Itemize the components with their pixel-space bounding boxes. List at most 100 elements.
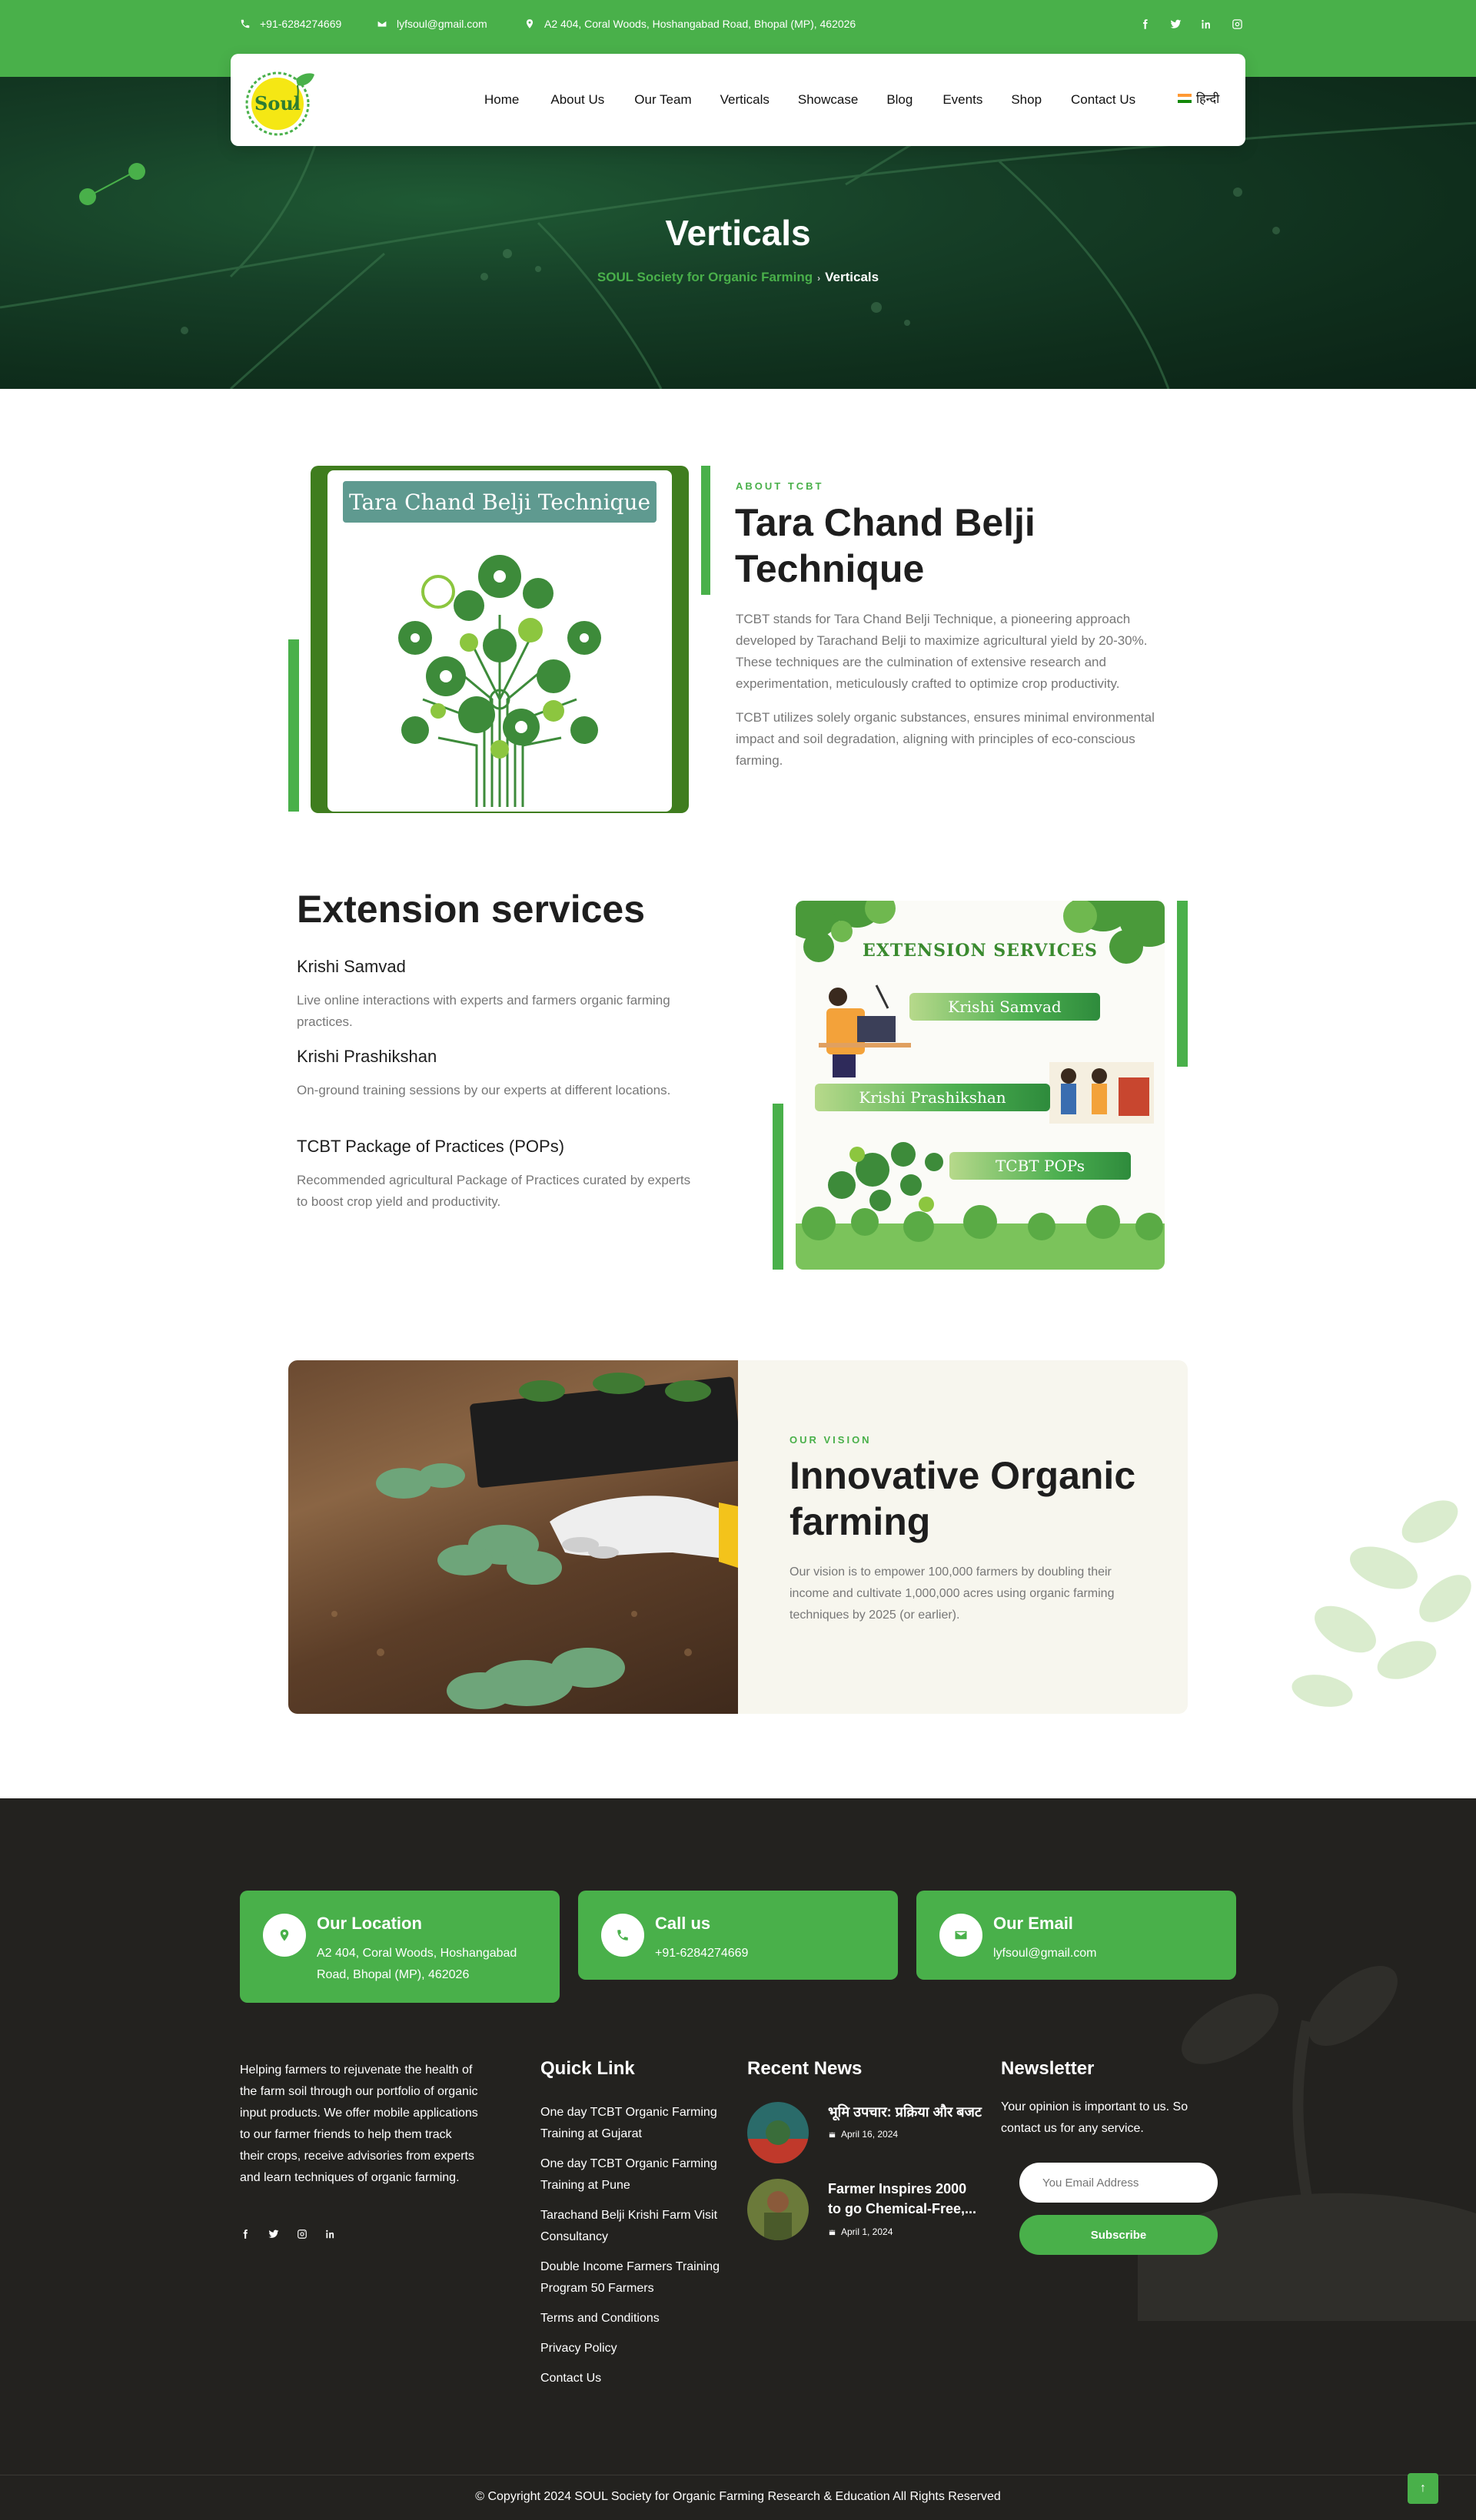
email-card-value: lyfsoul@gmail.com — [993, 1947, 1097, 1960]
about-title: Tara Chand Belji Technique — [735, 501, 1036, 590]
decor-bar — [773, 1104, 783, 1270]
twitter-icon[interactable] — [1168, 17, 1182, 31]
decor-bar — [288, 639, 299, 812]
copyright-text: © Copyright 2024 SOUL Society for Organi… — [475, 2490, 1001, 2503]
vision-eyebrow: OUR VISION — [790, 1434, 872, 1446]
nav-events[interactable]: Events — [942, 92, 982, 108]
instagram-icon[interactable] — [1230, 17, 1244, 31]
logo-text: Soul — [254, 92, 301, 115]
service-description: On-ground training sessions by our exper… — [297, 1083, 671, 1097]
email-icon — [377, 20, 387, 28]
email-card-title: Our Email — [993, 1914, 1073, 1933]
india-flag-icon — [1178, 94, 1192, 103]
nav-home[interactable]: Home — [484, 92, 519, 108]
facebook-icon[interactable] — [240, 2229, 251, 2239]
nav-verticals[interactable]: Verticals — [720, 92, 770, 108]
facebook-icon[interactable] — [1138, 17, 1152, 31]
nav-our-team[interactable]: Our Team — [634, 92, 691, 108]
decor-bar — [1177, 901, 1188, 1067]
quick-link[interactable]: Tarachand Belji Krishi Farm Visit Consul… — [540, 2205, 733, 2248]
news-date-text: April 16, 2024 — [841, 2129, 899, 2140]
quick-link[interactable]: Contact Us — [540, 2368, 733, 2389]
krishi-prashikshan-pill: Krishi Prashikshan — [815, 1084, 1050, 1111]
tcbt-image: Tara Chand Belji Technique — [327, 470, 672, 812]
language-switch[interactable]: हिन्दी — [1178, 90, 1219, 107]
topbar-address-text: A2 404, Coral Woods, Hoshangabad Road, B… — [544, 18, 856, 30]
news-date-text: April 1, 2024 — [841, 2226, 893, 2237]
location-card-title: Our Location — [317, 1914, 422, 1933]
nav-shop[interactable]: Shop — [1011, 92, 1042, 108]
decor-line — [87, 171, 135, 198]
news-date: April 16, 2024 — [828, 2129, 898, 2140]
service-description: Recommended agricultural Package of Prac… — [297, 1173, 691, 1209]
footer-social — [240, 2229, 336, 2239]
topbar-phone-text: +91-6284274669 — [260, 18, 342, 30]
nav-about-us[interactable]: About Us — [550, 92, 604, 108]
topbar-email[interactable]: lyfsoul@gmail.com — [377, 18, 487, 30]
quick-link-heading: Quick Link — [540, 2058, 635, 2079]
news-date: April 1, 2024 — [828, 2226, 893, 2237]
page-title: Verticals — [665, 213, 811, 253]
decor-bar — [701, 466, 710, 595]
extension-title: Extension services — [297, 888, 646, 931]
location-card-value: A2 404, Coral Woods, Hoshangabad Road, B… — [317, 1947, 517, 1981]
service-description: Live online interactions with experts an… — [297, 993, 670, 1029]
breadcrumb-home-link[interactable]: SOUL Society for Organic Farming — [597, 270, 813, 284]
breadcrumb: SOUL Society for Organic Farming › Vertica… — [0, 270, 1476, 285]
nav-blog[interactable]: Blog — [886, 92, 913, 108]
quick-link[interactable]: Terms and Conditions — [540, 2308, 733, 2329]
call-card[interactable]: Call us +91-6284274669 — [578, 1891, 898, 1980]
location-icon — [263, 1914, 306, 1957]
leaf-decoration — [1292, 1500, 1471, 1707]
site-header: Soul Home About Us Our Team Verticals Sh… — [231, 54, 1245, 146]
breadcrumb-separator-icon: › — [817, 273, 821, 284]
nav-contact-us[interactable]: Contact Us — [1071, 92, 1135, 108]
linkedin-icon[interactable] — [325, 2229, 336, 2239]
tree-infographic-icon — [398, 555, 601, 807]
linkedin-icon[interactable] — [1199, 17, 1213, 31]
location-card: Our Location A2 404, Coral Woods, Hoshan… — [240, 1891, 560, 2003]
krishi-samvad-pill: Krishi Samvad — [909, 993, 1100, 1021]
quick-link[interactable]: One day TCBT Organic Farming Training at… — [540, 2102, 733, 2145]
twitter-icon[interactable] — [268, 2229, 279, 2239]
vision-card: OUR VISION Innovative Organic farming Ou… — [288, 1360, 1188, 1714]
back-to-top-button[interactable]: ↑ — [1408, 2473, 1438, 2504]
news-thumbnail[interactable] — [747, 2102, 809, 2163]
call-card-title: Call us — [655, 1914, 711, 1933]
extension-services-image: EXTENSION SERVICES Krishi Samvad Krishi … — [796, 901, 1165, 1270]
subscribe-button[interactable]: Subscribe — [1019, 2215, 1218, 2255]
about-paragraph-1: TCBT stands for Tara Chand Belji Techniq… — [736, 612, 1148, 691]
phone-icon — [241, 19, 250, 28]
newsletter-email-input[interactable] — [1019, 2163, 1218, 2203]
breadcrumb-current: Verticals — [825, 270, 879, 284]
calendar-icon — [828, 2130, 836, 2138]
quick-link[interactable]: One day TCBT Organic Farming Training at… — [540, 2153, 733, 2196]
vision-title: Innovative Organic farming — [790, 1454, 1136, 1543]
instagram-icon[interactable] — [297, 2229, 308, 2239]
topbar-address: A2 404, Coral Woods, Hoshangabad Road, B… — [524, 18, 856, 30]
newsletter-heading: Newsletter — [1001, 2058, 1095, 2079]
tcbt-pops-pill: TCBT POPs — [949, 1152, 1131, 1180]
location-icon — [526, 19, 534, 28]
newsletter-text: Your opinion is important to us. So cont… — [1001, 2100, 1188, 2135]
vision-text: Our vision is to empower 100,000 farmers… — [790, 1565, 1115, 1622]
news-thumbnail[interactable] — [747, 2179, 809, 2240]
seedling-planting-photo — [288, 1360, 738, 1714]
topbar-social — [1138, 17, 1244, 31]
quick-link[interactable]: Double Income Farmers Training Program 5… — [540, 2256, 733, 2299]
service-title: TCBT Package of Practices (POPs) — [297, 1137, 565, 1156]
language-label: हिन्दी — [1196, 93, 1220, 106]
recent-news-heading: Recent News — [747, 2058, 863, 2079]
email-card[interactable]: Our Email lyfsoul@gmail.com — [916, 1891, 1236, 1980]
news-title[interactable]: भूमि उपचार: प्रक्रिया और बजट — [828, 2102, 982, 2122]
main-nav: Home About Us Our Team Verticals Showcas… — [484, 92, 1135, 108]
extension-image-heading: EXTENSION SERVICES — [863, 941, 1098, 961]
tcbt-image-caption: Tara Chand Belji Technique — [343, 481, 657, 523]
quick-link[interactable]: Privacy Policy — [540, 2338, 733, 2359]
nav-showcase[interactable]: Showcase — [798, 92, 858, 108]
service-title: Krishi Prashikshan — [297, 1047, 437, 1066]
topbar-phone[interactable]: +91-6284274669 — [240, 18, 341, 30]
call-card-value: +91-6284274669 — [655, 1947, 749, 1960]
soul-logo[interactable]: Soul — [242, 64, 316, 138]
news-title[interactable]: Farmer Inspires 2000 to go Chemical-Free… — [828, 2179, 982, 2219]
